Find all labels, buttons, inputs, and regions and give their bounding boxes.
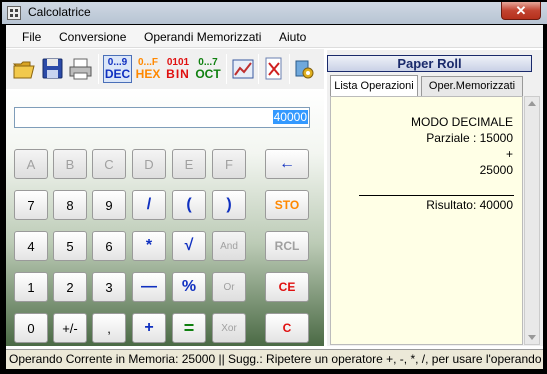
menu-operandi-memorizzati[interactable]: Operandi Memorizzati [144, 30, 261, 44]
key-a[interactable]: A [14, 149, 48, 179]
printer-icon[interactable] [67, 55, 95, 83]
store-button[interactable]: STO [265, 190, 309, 220]
window-title: Calcolatrice [28, 5, 91, 19]
plus-button[interactable]: + [132, 313, 166, 343]
and-button[interactable]: And [212, 231, 246, 261]
percent-button[interactable]: % [172, 272, 206, 302]
dec-bottom-label: DEC [104, 67, 131, 81]
paper-roll-content: MODO DECIMALE Parziale : 15000 + 25000 R… [330, 96, 523, 345]
key-d[interactable]: D [132, 149, 166, 179]
close-button[interactable]: ✕ [501, 2, 541, 20]
key-5[interactable]: 5 [53, 231, 87, 261]
key-9[interactable]: 9 [92, 190, 126, 220]
multiply-button[interactable]: * [132, 231, 166, 261]
scroll-up-icon[interactable] [528, 101, 536, 106]
chart-icon[interactable] [231, 55, 255, 83]
paper-line-operator: + [505, 147, 513, 161]
calculator-window: Calcolatrice ✕ File Conversione Operandi… [0, 0, 547, 374]
menu-file[interactable]: File [22, 30, 41, 44]
bin-mode-button[interactable]: 0101 BIN [163, 55, 193, 83]
key-3[interactable]: 3 [92, 272, 126, 302]
paper-roll-panel: Paper Roll Lista Operazioni Oper.Memoriz… [327, 50, 543, 346]
xor-button[interactable]: Xor [212, 313, 246, 343]
clear-sheet-icon[interactable] [262, 55, 286, 83]
calculator-app-icon [7, 6, 21, 20]
divide-button[interactable]: / [132, 190, 166, 220]
settings-icon[interactable] [293, 55, 317, 83]
key-0[interactable]: 0 [14, 313, 48, 343]
title-bar: Calcolatrice ✕ [2, 2, 547, 24]
toolbar: 0...9 DEC 0...F HEX 0101 BIN 0...7 OCT [6, 49, 324, 89]
key-7[interactable]: 7 [14, 190, 48, 220]
recall-button[interactable]: RCL [265, 231, 309, 261]
key-6[interactable]: 6 [92, 231, 126, 261]
client-area: File Conversione Operandi Memorizzati Ai… [6, 25, 543, 369]
open-folder-icon[interactable] [12, 55, 38, 83]
tab-lista-operazioni[interactable]: Lista Operazioni [330, 75, 418, 97]
key-b[interactable]: B [53, 149, 87, 179]
key-4[interactable]: 4 [14, 231, 48, 261]
paper-line-result: Risultato: 40000 [426, 198, 513, 212]
save-disk-icon[interactable] [41, 55, 65, 83]
or-button[interactable]: Or [212, 272, 246, 302]
paper-roll-header: Paper Roll [327, 55, 532, 72]
paper-divider [359, 195, 514, 196]
menu-conversione[interactable]: Conversione [59, 30, 126, 44]
bin-bottom-label: BIN [166, 67, 190, 81]
status-bar: Operando Corrente in Memoria: 25000 || S… [6, 349, 543, 369]
paper-line-mode: MODO DECIMALE [410, 115, 513, 129]
key-e[interactable]: E [172, 149, 206, 179]
open-paren-button[interactable]: ( [172, 190, 206, 220]
backspace-button[interactable]: ← [265, 149, 309, 179]
key-2[interactable]: 2 [53, 272, 87, 302]
equals-button[interactable]: = [172, 313, 206, 343]
square-root-button[interactable]: √ [172, 231, 206, 261]
dec-mode-button[interactable]: 0...9 DEC [103, 55, 132, 83]
calculator-display[interactable]: 40000 [14, 107, 310, 128]
hex-mode-button[interactable]: 0...F HEX [133, 55, 163, 83]
key-1[interactable]: 1 [14, 272, 48, 302]
paper-scrollbar[interactable] [524, 96, 540, 345]
close-paren-button[interactable]: ) [212, 190, 246, 220]
scroll-down-icon[interactable] [528, 335, 536, 340]
menu-aiuto[interactable]: Aiuto [279, 30, 306, 44]
minus-button[interactable]: — [132, 272, 166, 302]
oct-mode-button[interactable]: 0...7 OCT [193, 55, 223, 83]
key-f[interactable]: F [212, 149, 246, 179]
menu-bar: File Conversione Operandi Memorizzati Ai… [6, 25, 543, 48]
tab-oper-memorizzati[interactable]: Oper.Memorizzati [421, 76, 523, 96]
sign-toggle-button[interactable]: +/- [53, 313, 87, 343]
display-value: 40000 [272, 110, 308, 124]
decimal-comma-button[interactable]: , [92, 313, 126, 343]
paper-line-partial: Parziale : 15000 [426, 131, 513, 145]
key-c-hex[interactable]: C [92, 149, 126, 179]
paper-line-operand: 25000 [479, 163, 513, 177]
oct-bottom-label: OCT [195, 67, 221, 81]
hex-bottom-label: HEX [135, 67, 161, 81]
key-8[interactable]: 8 [53, 190, 87, 220]
clear-entry-button[interactable]: CE [265, 272, 309, 302]
keypad-panel: 40000 A B C D E F ← 7 8 9 / ( ) STO 4 5 … [6, 89, 324, 346]
clear-button[interactable]: C [265, 313, 309, 343]
